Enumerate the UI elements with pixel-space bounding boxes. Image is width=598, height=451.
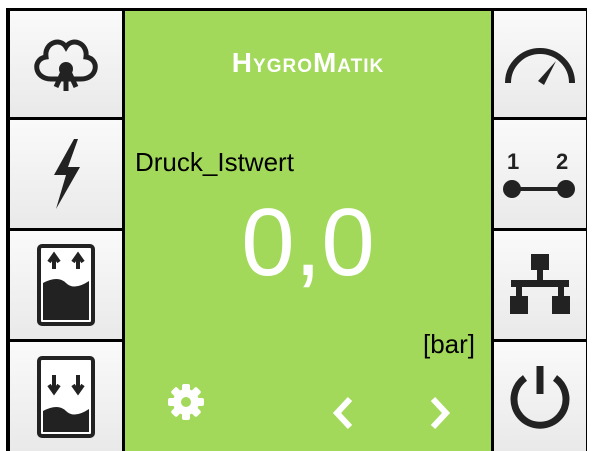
main-display: HYGROMATIK Druck_Istwert 0,0 [bar] xyxy=(125,11,491,451)
network-icon xyxy=(510,254,570,314)
gauge-button[interactable] xyxy=(494,11,586,117)
parameter-value: 0,0 xyxy=(241,189,375,296)
svg-text:2: 2 xyxy=(556,149,568,174)
tank-drain-button[interactable] xyxy=(10,342,122,451)
power-icon xyxy=(510,365,570,429)
tank-fill-icon xyxy=(37,244,95,326)
settings-button[interactable] xyxy=(167,383,205,426)
svg-text:1: 1 xyxy=(507,149,519,174)
tank-fill-button[interactable] xyxy=(10,231,122,339)
network-button[interactable] xyxy=(494,231,586,339)
power-supply-button[interactable] xyxy=(10,120,122,228)
step-1-2-icon: 1 2 xyxy=(503,149,575,198)
next-button[interactable] xyxy=(428,395,452,436)
step-sequence-button[interactable]: 1 2 xyxy=(494,120,586,228)
tank-drain-icon xyxy=(37,355,95,438)
parameter-name: Druck_Istwert xyxy=(135,147,294,177)
steam-cloud-icon xyxy=(34,39,98,91)
gear-icon xyxy=(168,384,204,420)
lightning-icon xyxy=(54,139,80,209)
chevron-right-icon xyxy=(430,396,451,430)
parameter-unit: [bar] xyxy=(422,329,475,359)
power-button[interactable] xyxy=(494,342,586,451)
previous-button[interactable] xyxy=(331,395,355,436)
brand-logo: HYGROMATIK xyxy=(231,47,385,78)
steam-cloud-button[interactable] xyxy=(10,11,122,117)
gauge-icon xyxy=(505,48,575,85)
chevron-left-icon xyxy=(332,396,353,430)
